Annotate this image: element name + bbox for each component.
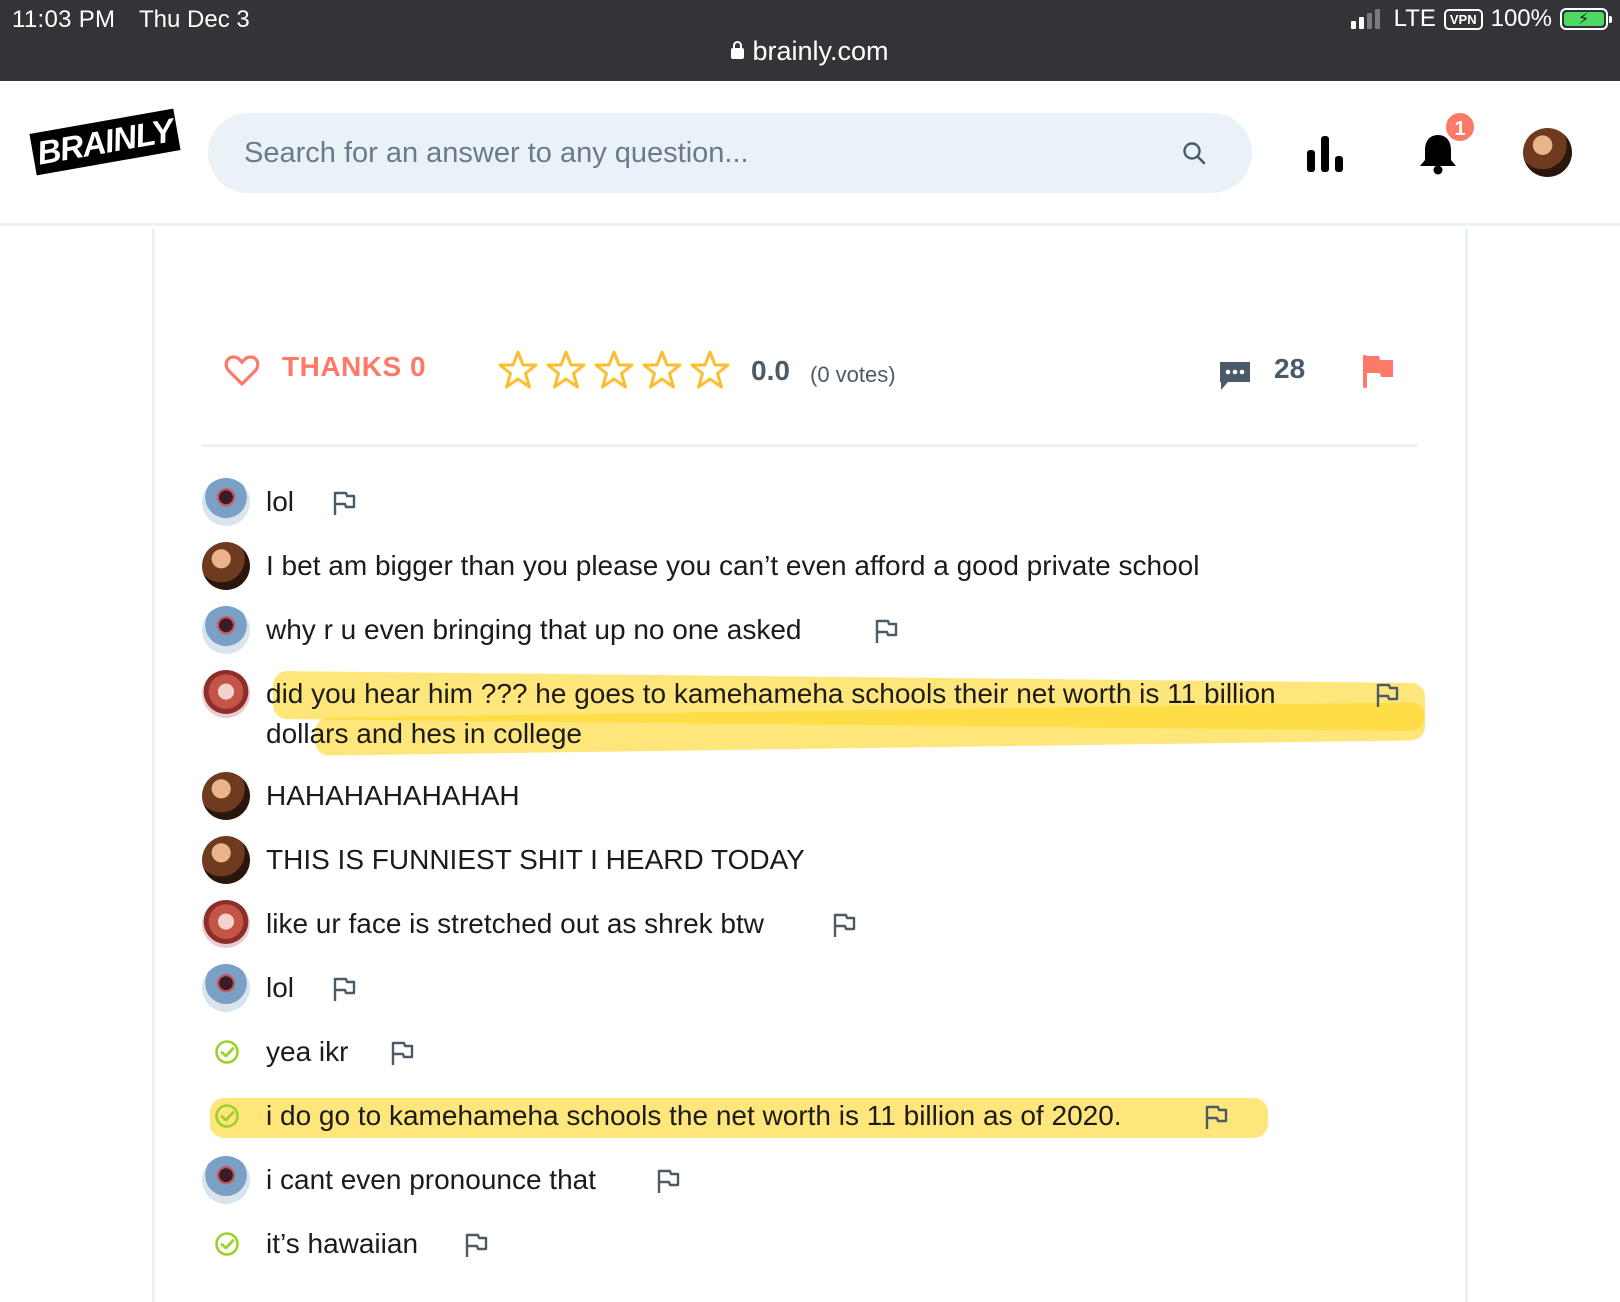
brainly-logo[interactable]: BRAINLY — [29, 108, 181, 176]
flag-icon[interactable] — [1204, 1104, 1228, 1130]
search-input[interactable] — [244, 113, 1144, 193]
stats-icon[interactable] — [1305, 136, 1345, 172]
status-time: 11:03 PM — [12, 6, 116, 33]
flag-icon[interactable] — [656, 1168, 680, 1194]
comment-text: lol — [266, 486, 295, 517]
signal-icon — [1350, 9, 1380, 29]
check-circle-icon — [215, 1040, 239, 1064]
comment-text-line1: did you hear him ??? he goes to kamehame… — [266, 678, 1276, 709]
vpn-badge: VPN — [1443, 8, 1483, 30]
battery-percent: 100% — [1490, 5, 1552, 32]
star-icon[interactable] — [498, 350, 538, 390]
commenter-avatar[interactable] — [202, 1156, 250, 1204]
flag-icon[interactable] — [464, 1232, 488, 1258]
check-circle-icon — [215, 1232, 239, 1256]
check-circle-icon — [215, 1104, 239, 1128]
comment-text: i do go to kamehameha schools the net wo… — [266, 1100, 1122, 1131]
flag-icon[interactable] — [332, 976, 356, 1002]
status-bar: 11:03 PM Thu Dec 3 LTE VPN 100% ⚡ brainl… — [0, 0, 1620, 81]
comment-text: HAHAHAHAHAHAH — [266, 780, 520, 811]
commenter-avatar[interactable] — [202, 542, 250, 590]
flag-icon[interactable] — [1375, 682, 1399, 708]
heart-icon[interactable] — [224, 352, 260, 388]
user-avatar[interactable] — [1523, 128, 1572, 177]
comment-text: THIS IS FUNNIEST SHIT I HEARD TODAY — [266, 844, 805, 875]
flag-icon[interactable] — [390, 1040, 414, 1066]
comment-text: it’s hawaiian — [266, 1228, 419, 1259]
flag-icon[interactable] — [874, 618, 898, 644]
comment-text: I bet am bigger than you please you can’… — [266, 550, 1200, 581]
actions-divider — [202, 444, 1418, 447]
status-date: Thu Dec 3 — [139, 6, 250, 33]
url-text: brainly.com — [752, 36, 889, 66]
status-indicators: LTE VPN 100% ⚡ — [1350, 5, 1612, 33]
star-icon[interactable] — [546, 350, 586, 390]
answer-actions: THANKS 0 0.0 (0 votes) 28 — [224, 348, 1419, 444]
battery-icon: ⚡ — [1560, 8, 1612, 30]
search-icon[interactable] — [1182, 141, 1206, 165]
star-icon[interactable] — [690, 350, 730, 390]
notification-badge: 1 — [1444, 111, 1476, 143]
rating-stars[interactable] — [498, 350, 730, 390]
flag-icon[interactable] — [832, 912, 856, 938]
network-label: LTE — [1393, 5, 1436, 32]
commenter-avatar[interactable] — [202, 900, 250, 948]
address-bar[interactable]: brainly.com — [0, 36, 1620, 67]
commenter-avatar[interactable] — [202, 478, 250, 526]
comment-text: like ur face is stretched out as shrek b… — [266, 908, 764, 939]
comment-text: i cant even pronounce that — [266, 1164, 597, 1195]
thanks-button[interactable]: THANKS 0 — [282, 351, 426, 383]
site-header: BRAINLY 1 — [0, 81, 1620, 226]
search-bar[interactable] — [208, 113, 1252, 193]
comment-text-line2: dollars and hes in college — [266, 718, 582, 749]
report-flag-icon[interactable] — [1361, 353, 1395, 389]
commenter-avatar[interactable] — [202, 836, 250, 884]
commenter-avatar[interactable] — [202, 964, 250, 1012]
flag-icon[interactable] — [332, 490, 356, 516]
star-icon[interactable] — [642, 350, 682, 390]
votes-count: (0 votes) — [810, 362, 896, 387]
rating-value: 0.0 — [751, 355, 790, 386]
comment-count: 28 — [1274, 353, 1306, 384]
comment-text: yea ikr — [266, 1036, 349, 1067]
lock-icon — [731, 41, 745, 59]
commenter-avatar[interactable] — [202, 606, 250, 654]
star-icon[interactable] — [594, 350, 634, 390]
comment-text: lol — [266, 972, 295, 1003]
comment-text: why r u even bringing that up no one ask… — [266, 614, 802, 645]
commenter-avatar[interactable] — [202, 670, 250, 718]
comment-icon[interactable] — [1218, 360, 1252, 392]
commenter-avatar[interactable] — [202, 772, 250, 820]
